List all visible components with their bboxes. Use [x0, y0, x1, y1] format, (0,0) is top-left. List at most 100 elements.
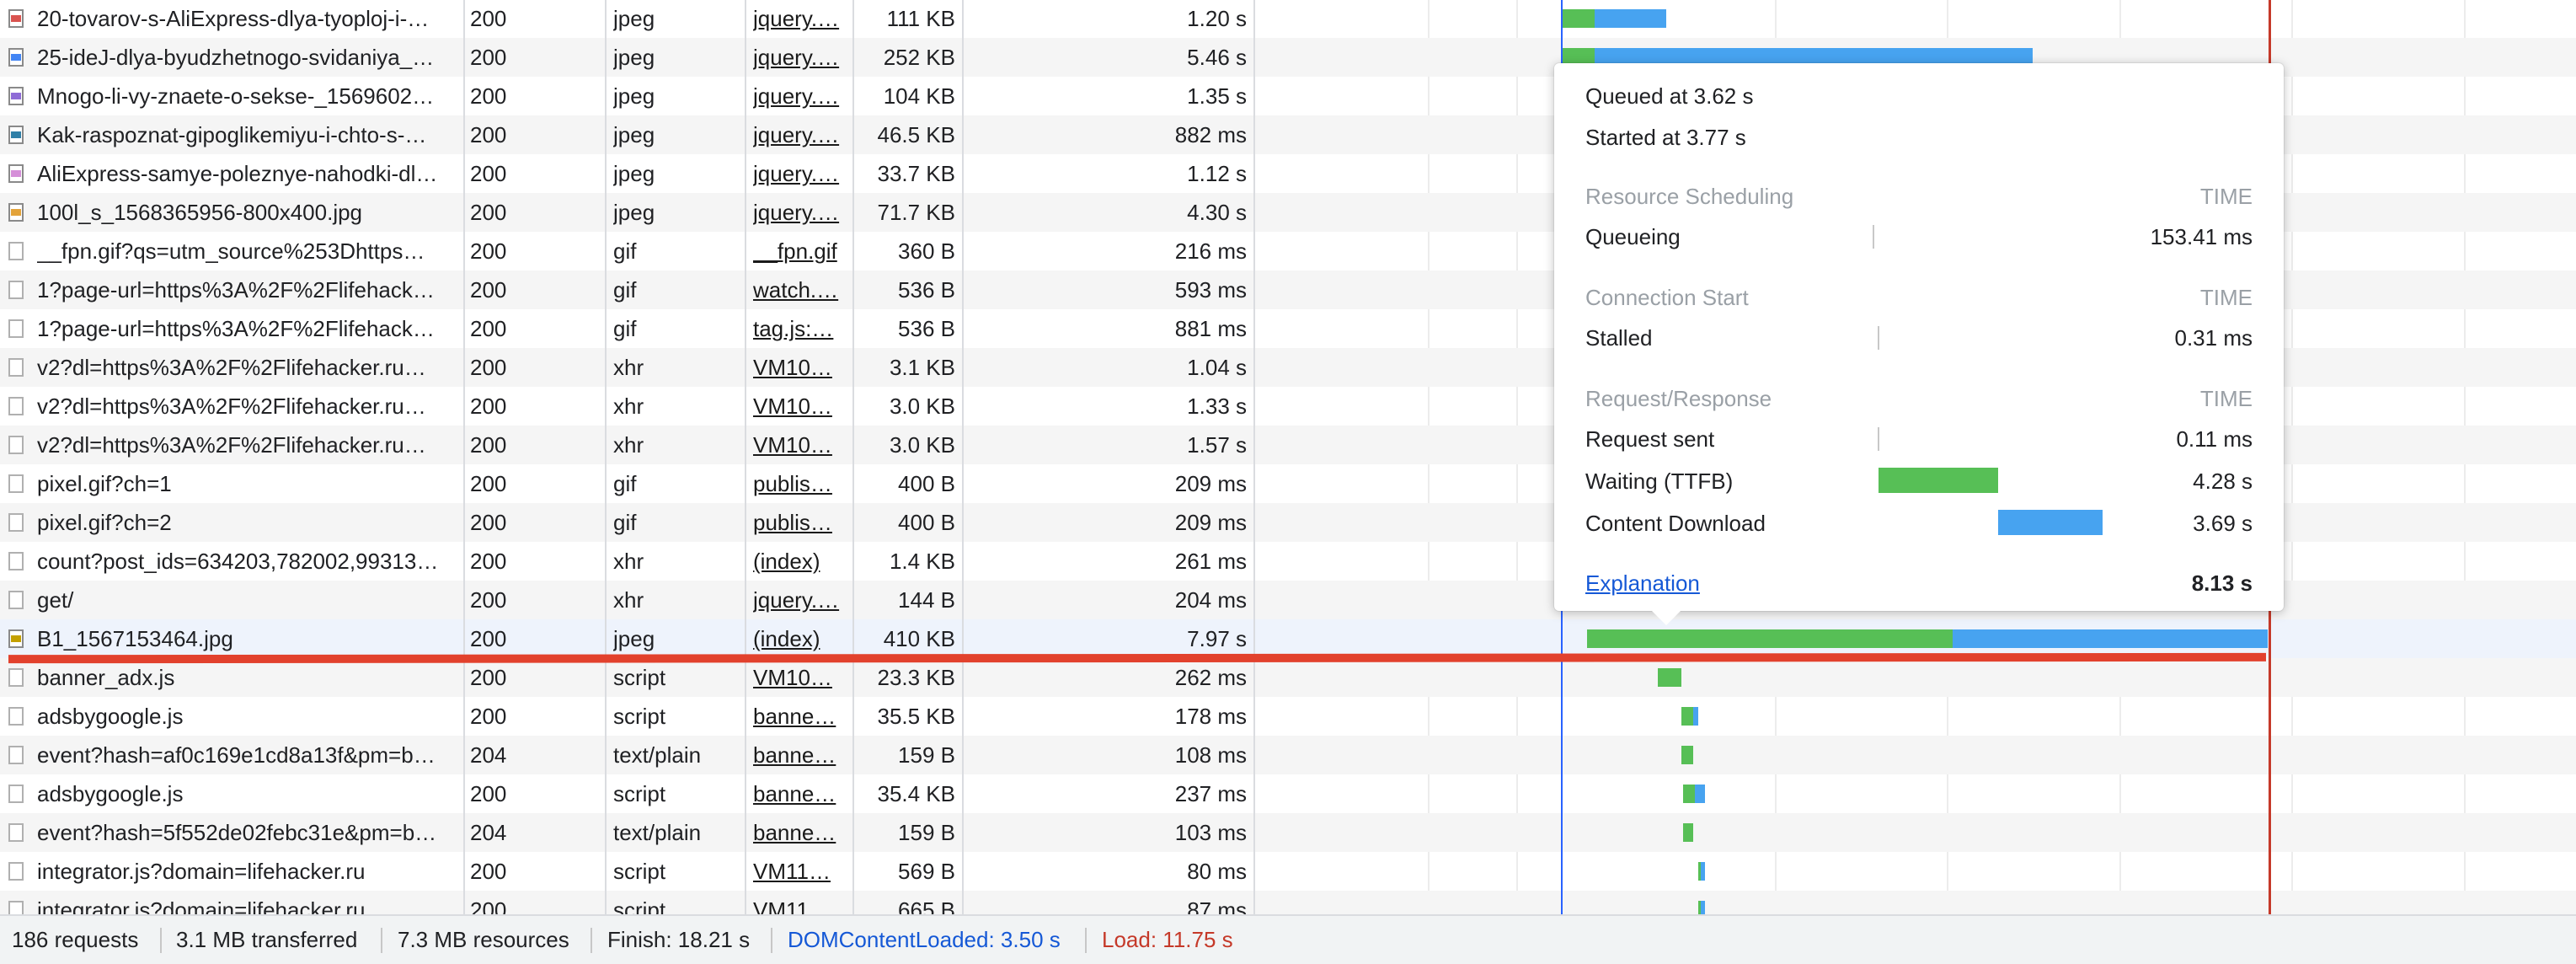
- column-divider[interactable]: [605, 0, 607, 914]
- request-time: 209 ms: [1174, 510, 1247, 535]
- divider: [771, 928, 772, 953]
- request-time: 881 ms: [1174, 316, 1247, 341]
- request-status: 200: [470, 781, 507, 806]
- column-divider[interactable]: [852, 0, 854, 914]
- request-size: 35.5 KB: [877, 704, 955, 729]
- waterfall-download-bar: [1693, 707, 1698, 726]
- request-status: 200: [470, 200, 507, 225]
- request-initiator[interactable]: jquery.…: [753, 38, 847, 77]
- request-name: adsbygoogle.js: [37, 781, 184, 806]
- request-type: jpeg: [613, 200, 655, 225]
- divider: [591, 928, 592, 953]
- image-icon: [8, 9, 24, 28]
- table-row[interactable]: event?hash=af0c169e1cd8a13f&pm=b… 204 text…: [0, 736, 2576, 774]
- waterfall-waiting-bar: [1681, 746, 1693, 764]
- request-time: 5.46 s: [1187, 45, 1247, 70]
- request-type: gif: [613, 471, 637, 496]
- request-initiator[interactable]: VM11…: [753, 891, 847, 914]
- request-status: 200: [470, 83, 507, 109]
- waiting-ttfb-bar: [1879, 468, 1998, 493]
- request-initiator[interactable]: jquery.…: [753, 0, 847, 38]
- request-time: 216 ms: [1174, 238, 1247, 264]
- table-row[interactable]: integrator.js?domain=lifehacker.ru 200 scr…: [0, 852, 2576, 891]
- request-initiator[interactable]: publis…: [753, 464, 847, 503]
- table-row[interactable]: integrator.js?domain=lifehacker.ru 200 scr…: [0, 891, 2576, 914]
- section-title-resource-scheduling: Resource Scheduling: [1585, 184, 1794, 209]
- time-header: TIME: [2199, 386, 2253, 411]
- file-icon: [8, 436, 24, 454]
- request-name: integrator.js?domain=lifehacker.ru: [37, 897, 366, 914]
- file-icon: [8, 668, 24, 687]
- request-size: 400 B: [898, 510, 955, 535]
- request-status: 200: [470, 626, 507, 651]
- request-size: 252 KB: [883, 45, 955, 70]
- table-row[interactable]: 20-tovarov-s-AliExpress-dlya-tyoploj-i-……: [0, 0, 2576, 38]
- table-row[interactable]: banner_adx.js 200 script VM10… 23.3 KB 262 ms: [0, 658, 2576, 697]
- request-time: 4.30 s: [1187, 200, 1247, 225]
- column-divider[interactable]: [1253, 0, 1255, 914]
- request-initiator[interactable]: jquery.…: [753, 115, 847, 154]
- file-icon: [8, 707, 24, 726]
- request-type: xhr: [613, 394, 644, 419]
- request-initiator[interactable]: jquery.…: [753, 581, 847, 619]
- request-initiator[interactable]: banne…: [753, 736, 847, 774]
- request-time: 882 ms: [1174, 122, 1247, 147]
- request-status: 200: [470, 471, 507, 496]
- column-divider[interactable]: [745, 0, 746, 914]
- request-initiator[interactable]: watch.…: [753, 270, 847, 309]
- request-size: 536 B: [898, 277, 955, 303]
- explanation-link[interactable]: Explanation: [1585, 570, 1700, 597]
- phase-value-stalled: 0.31 ms: [2174, 325, 2253, 351]
- request-initiator[interactable]: VM10…: [753, 348, 847, 387]
- request-initiator[interactable]: (index): [753, 542, 847, 581]
- phase-label-request-sent: Request sent: [1585, 426, 1715, 452]
- request-initiator[interactable]: (index): [753, 619, 847, 658]
- request-initiator[interactable]: __fpn.gif: [753, 232, 847, 270]
- request-size: 3.0 KB: [889, 432, 955, 458]
- request-size: 569 B: [898, 859, 955, 884]
- time-header: TIME: [2199, 184, 2253, 209]
- request-time: 1.35 s: [1187, 83, 1247, 109]
- file-icon: [8, 746, 24, 764]
- column-divider[interactable]: [962, 0, 964, 914]
- request-size: 3.0 KB: [889, 394, 955, 419]
- file-icon: [8, 319, 24, 338]
- request-initiator[interactable]: jquery.…: [753, 193, 847, 232]
- request-initiator[interactable]: VM10…: [753, 658, 847, 697]
- waterfall-download-bar: [1695, 785, 1705, 803]
- request-initiator[interactable]: banne…: [753, 774, 847, 813]
- phase-label-queueing: Queueing: [1585, 224, 1681, 249]
- file-icon: [8, 823, 24, 842]
- column-divider[interactable]: [463, 0, 465, 914]
- request-initiator[interactable]: tag.js:…: [753, 309, 847, 348]
- phase-value-queueing: 153.41 ms: [2150, 224, 2253, 249]
- request-time: 1.20 s: [1187, 6, 1247, 31]
- request-initiator[interactable]: jquery.…: [753, 154, 847, 193]
- file-icon: [8, 901, 24, 914]
- table-row[interactable]: adsbygoogle.js 200 script banne… 35.5 KB 178 …: [0, 697, 2576, 736]
- request-initiator[interactable]: publis…: [753, 503, 847, 542]
- request-time: 204 ms: [1174, 587, 1247, 613]
- request-size: 144 B: [898, 587, 955, 613]
- started-at-text: Started at 3.77 s: [1585, 125, 1746, 150]
- request-time: 262 ms: [1174, 665, 1247, 690]
- request-name: get/: [37, 587, 74, 613]
- request-initiator[interactable]: VM10…: [753, 426, 847, 464]
- table-row[interactable]: event?hash=5f552de02febc31e&pm=b… 204 text…: [0, 813, 2576, 852]
- request-size: 360 B: [898, 238, 955, 264]
- request-name: event?hash=5f552de02febc31e&pm=b…: [37, 820, 437, 845]
- table-row[interactable]: adsbygoogle.js 200 script banne… 35.4 KB 237 …: [0, 774, 2576, 813]
- request-initiator[interactable]: banne…: [753, 697, 847, 736]
- total-time: 8.13 s: [2191, 570, 2253, 596]
- request-initiator[interactable]: jquery.…: [753, 77, 847, 115]
- request-size: 46.5 KB: [877, 122, 955, 147]
- request-status: 204: [470, 820, 507, 845]
- request-initiator[interactable]: VM11…: [753, 852, 847, 891]
- request-type: gif: [613, 238, 637, 264]
- request-size: 3.1 KB: [889, 355, 955, 380]
- request-time: 87 ms: [1187, 897, 1247, 914]
- request-initiator[interactable]: VM10…: [753, 387, 847, 426]
- request-initiator[interactable]: banne…: [753, 813, 847, 852]
- request-status: 200: [470, 122, 507, 147]
- request-type: xhr: [613, 355, 644, 380]
